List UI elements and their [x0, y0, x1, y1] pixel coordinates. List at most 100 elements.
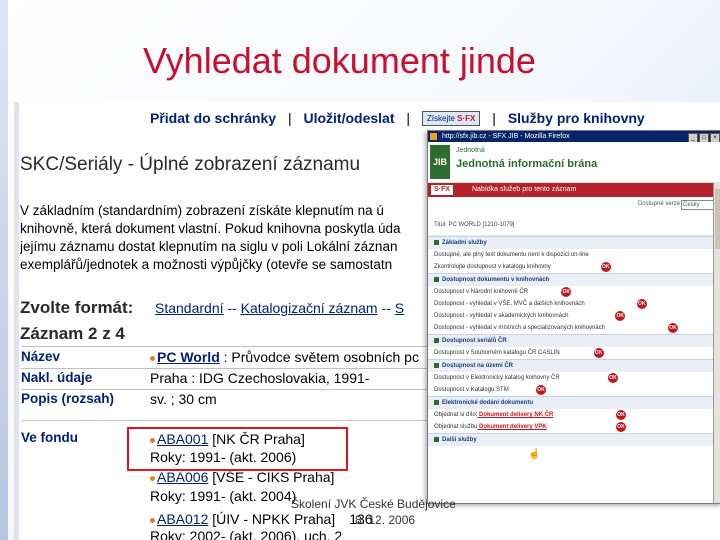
holding-years: Roky: 1991- (akt. 2004) — [150, 488, 297, 504]
sfx-item-text: Objednat službu — [434, 424, 478, 430]
sfx-item-text: Dostupnost v Katalogu STM — [434, 387, 509, 393]
language-label: Dostupné verze — [637, 201, 680, 207]
divider — [21, 368, 441, 369]
sfx-service-item[interactable]: Dostupnost - vyhledat v VŠE, MVČ a další… — [428, 298, 720, 310]
section-icon — [434, 337, 439, 343]
getit-button[interactable]: Získejte S·FX — [421, 111, 481, 126]
ok-button[interactable]: OK — [615, 311, 626, 321]
nav-separator: | — [406, 110, 411, 126]
holding-years: Roky: 2002- (akt. 2006), uch. 2 — [150, 528, 343, 540]
scrollbar-thumb[interactable] — [715, 189, 720, 249]
sfx-item-link[interactable]: Dokument delivery NK ČR — [477, 412, 553, 418]
ok-button[interactable]: OK — [561, 287, 572, 297]
slide-title: Vyhledat dokument jinde — [143, 40, 536, 81]
intro-line: knihovně, která dokument vlastní. Pokud … — [20, 221, 401, 236]
sfx-item-text: Dostupnost - vyhledat v místních a speci… — [434, 325, 606, 331]
nav-add-to-basket[interactable]: Přidat do schránky — [150, 110, 276, 126]
title-link[interactable]: PC World — [157, 349, 220, 365]
intro-line: V základním (standardním) zobrazení získ… — [20, 203, 384, 218]
format-label: Zvolte formát: — [20, 298, 134, 317]
citation-line: Titul: PC WORLD [1210-1079] — [428, 215, 720, 236]
sfx-item-text: Dostupnost seriálů ČR — [442, 338, 507, 344]
section-icon — [434, 239, 439, 245]
format-catalog-link[interactable]: Katalogizační záznam — [241, 300, 378, 316]
jib-banner: JIB Jednotná Jednotná informační brána — [428, 142, 720, 183]
field-label-extent: Popis (rozsah) — [21, 391, 115, 406]
ok-button[interactable]: OK — [616, 422, 626, 432]
nav-save-send[interactable]: Uložit/odeslat — [303, 110, 394, 126]
sfx-item-text: Dostupnost na území ČR — [442, 363, 514, 369]
format-standard-link[interactable]: Standardní — [155, 300, 224, 316]
format-separator: -- — [381, 300, 391, 316]
ok-button[interactable]: OK — [636, 299, 647, 309]
screenshot-edge — [14, 102, 19, 540]
sfx-item-text: Dostupnost - vyhledat v VŠE, MVČ a další… — [434, 301, 585, 307]
sfx-item-text: Zkontrolujte dostupnost v katalogu kniho… — [434, 264, 551, 270]
page-title: SKC/Seriály - Úplné zobrazení záznamu — [20, 154, 361, 175]
popup-titlebar: http://sfx.jib.cz - SFX JIB - Mozilla Fi… — [428, 131, 720, 143]
sfx-service-item[interactable]: Dostupnost v Katalogu STM OK — [428, 384, 720, 396]
holding-library: [VŠE - CIKS Praha] — [208, 469, 335, 485]
language-row: Dostupné verze Česky — [428, 197, 720, 215]
banner-title: Jednotná informační brána — [456, 158, 598, 170]
sfx-section-header: Elektronické dodání dokumentu — [428, 396, 720, 409]
sfx-item-text: Základní služby — [442, 240, 487, 246]
sfx-item-text: Další služby — [442, 437, 477, 443]
nav-separator: | — [287, 110, 292, 126]
field-label-publisher: Nakl. údaje — [21, 370, 93, 385]
intro-text: V základním (standardním) zobrazení získ… — [20, 202, 440, 274]
jib-logo: JIB — [430, 145, 450, 179]
sfx-section-header: Další služby — [428, 433, 720, 446]
popup-scrollbar[interactable] — [713, 183, 720, 503]
sfx-service-item[interactable]: Dostupnost - vyhledat v místních a speci… — [428, 322, 720, 334]
field-value-publisher: Praha : IDG Czechoslovakia, 1991- — [150, 370, 370, 386]
holding-link[interactable]: ABA006 — [157, 469, 208, 485]
bullet-icon — [150, 475, 155, 481]
ok-button[interactable]: OK — [608, 373, 618, 383]
sfx-service-item[interactable]: Zkontrolujte dostupnost v katalogu kniho… — [428, 261, 720, 273]
ok-button[interactable]: OK — [600, 262, 611, 272]
sfx-item-text: Elektronické dodání dokumentu — [442, 400, 534, 406]
sfx-section-header: Dostupnost dokumentu v knihovnách — [428, 273, 720, 286]
sfx-service-list: Základní služby Dostupné, ale plný text d… — [428, 236, 720, 446]
sfx-service-item[interactable]: Dostupnost v Souborném katalogu ČR CASLI… — [428, 347, 720, 359]
sfx-item-text: Dostupnost - vyhledat v akademických kni… — [434, 313, 569, 319]
sfx-section-header: Dostupnost seriálů ČR — [428, 334, 720, 347]
sfx-item-text: Objednat si dílo: — [434, 412, 478, 418]
ok-button[interactable]: OK — [593, 348, 604, 358]
field-label-title: Název — [21, 349, 61, 364]
title-rest: : Průvodce světem osobních pc — [219, 349, 419, 365]
sfx-service-item[interactable]: Objednat službu Dokument delivery VPK OK — [428, 421, 720, 433]
divider — [21, 420, 441, 421]
sfx-service-item[interactable]: Dostupné, ale plný text dokumentu není k… — [428, 249, 720, 261]
slide-footer: Školení JVK České Budějovice — [291, 497, 456, 511]
slide-date: 8. 12. 2006 — [355, 513, 416, 527]
format-other-link[interactable]: S — [395, 300, 404, 316]
nav-library-services[interactable]: Služby pro knihovny — [508, 110, 645, 126]
sfx-service-item[interactable]: Dostupnost v Národní knihovně ČR OK — [428, 286, 720, 298]
ok-button[interactable]: OK — [668, 323, 678, 333]
nav-separator: | — [492, 110, 496, 126]
firefox-icon — [430, 133, 437, 140]
bullet-icon — [150, 517, 155, 523]
holding-library: [ÚIV - NPKK Praha] — [208, 511, 336, 527]
ok-button[interactable]: OK — [616, 410, 626, 420]
sfx-item-link[interactable]: Dokument delivery VPK — [477, 424, 547, 430]
sfx-bar: S·FX Nabídka služeb pro tento záznam — [428, 183, 720, 197]
record-counter: Záznam 2 z 4 — [20, 324, 125, 343]
bullet-icon — [150, 355, 155, 361]
sfx-service-item[interactable]: Objednat si dílo: Dokument delivery NK Č… — [428, 409, 720, 421]
getit-label: Získejte — [426, 114, 455, 123]
section-icon — [434, 362, 439, 368]
sfx-popup-window: http://sfx.jib.cz - SFX JIB - Mozilla Fi… — [427, 130, 720, 504]
section-icon — [434, 276, 439, 282]
language-select[interactable]: Česky — [681, 200, 716, 210]
sfx-item-text: Dostupné, ale plný text dokumentu není k… — [434, 252, 589, 258]
sfx-service-item[interactable]: Dostupnost v Elektronický katalog knihov… — [428, 372, 720, 384]
holding-link[interactable]: ABA012 — [157, 511, 208, 527]
sfx-menu-title: Nabídka služeb pro tento záznam — [472, 186, 577, 193]
hand-cursor-icon: ☝ — [528, 449, 541, 460]
sfx-service-item[interactable]: Dostupnost - vyhledat v akademických kni… — [428, 310, 720, 322]
format-separator: -- — [227, 300, 237, 316]
ok-button[interactable]: OK — [536, 385, 546, 395]
